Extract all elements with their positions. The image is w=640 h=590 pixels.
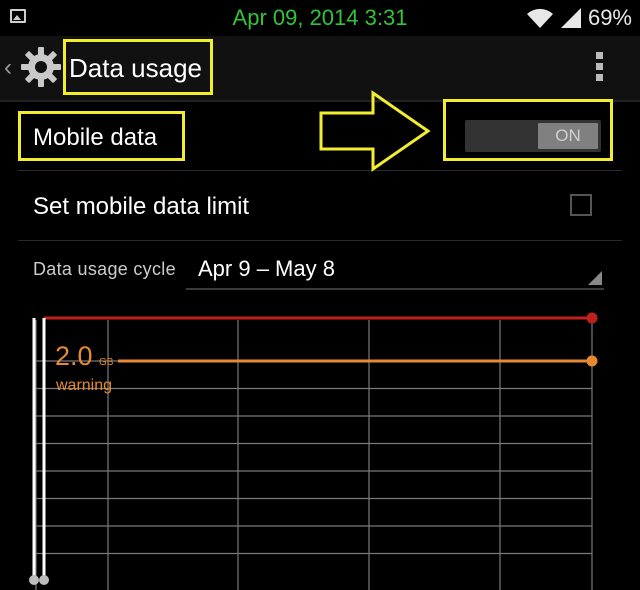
warning-value: 2.0 (55, 341, 93, 371)
warning-unit: GB (99, 357, 114, 368)
toggle-on-knob: ON (538, 123, 598, 149)
signal-icon (560, 8, 581, 28)
data-limit-checkbox[interactable] (570, 194, 592, 216)
settings-gear-icon[interactable] (20, 46, 62, 88)
overflow-menu-icon[interactable] (596, 52, 604, 86)
status-bar: Apr 09, 2014 3:31 69% (0, 0, 640, 36)
data-limit-row[interactable]: Set mobile data limit (18, 170, 622, 241)
cycle-start-handle (29, 575, 39, 585)
usage-chart[interactable] (0, 300, 640, 590)
data-limit-label: Set mobile data limit (33, 193, 250, 220)
dropdown-caret-icon (588, 271, 602, 285)
limit-handle (586, 312, 598, 324)
cycle-label: Data usage cycle (33, 259, 176, 279)
back-chevron-icon[interactable]: ‹ (4, 54, 12, 82)
cycle-dropdown[interactable]: Apr 9 – May 8 (186, 248, 604, 290)
status-right-group: 69% (526, 5, 632, 31)
warning-label: warning (56, 377, 113, 394)
page-title: Data usage (69, 53, 202, 83)
annotation-arrow-icon (319, 90, 431, 172)
battery-percent: 69% (587, 5, 632, 30)
warning-handle (586, 355, 598, 367)
mobile-data-toggle[interactable]: ON (465, 120, 601, 152)
cycle-end-handle (39, 575, 49, 585)
cycle-value: Apr 9 – May 8 (198, 256, 335, 281)
wifi-icon (526, 8, 553, 28)
mobile-data-label: Mobile data (33, 124, 158, 151)
